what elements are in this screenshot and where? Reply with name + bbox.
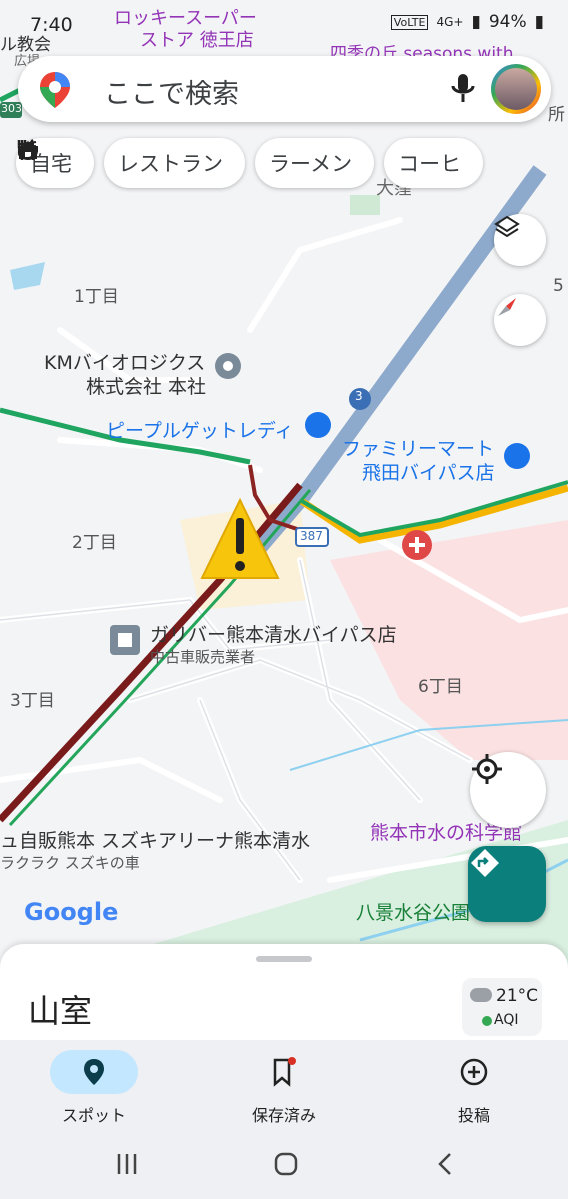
compass-icon: [498, 298, 516, 316]
label-familymart[interactable]: ファミリーマート: [342, 434, 494, 461]
label-chome-6: 6丁目: [418, 677, 463, 697]
layers-button[interactable]: [494, 214, 546, 266]
bottom-nav: スポット 保存済み 投稿: [0, 1040, 568, 1130]
directions-button[interactable]: [468, 846, 546, 922]
label-chome-2: 2丁目: [72, 533, 117, 553]
place-title: 山室: [28, 992, 93, 1030]
battery-icon: ▮: [534, 12, 544, 32]
search-bar[interactable]: ここで検索: [18, 56, 551, 122]
label-gulliver[interactable]: ガリバー熊本清水バイパス店: [150, 620, 397, 647]
cloud-icon: [470, 988, 492, 1002]
nav-explore-label: スポット: [61, 1106, 126, 1125]
recent-apps-icon[interactable]: [116, 1152, 138, 1176]
label-edge-5: 5: [553, 276, 564, 296]
system-nav-bar: [0, 1130, 568, 1199]
map-view[interactable]: 7:40 VoLTE 4G+ ▮ 94% ▮ ル教会 広場 ロッキースーパー ス…: [0, 0, 568, 1000]
volte-indicator: VoLTE: [390, 14, 429, 30]
pond-area: [10, 262, 45, 290]
bottom-sheet[interactable]: 山室 21°C AQI: [0, 944, 568, 1054]
chip-restaurant-label: レストラン: [118, 152, 223, 176]
chip-coffee-label: コーヒ: [398, 152, 462, 176]
label-gulliver-sub: 中古車販売業者: [150, 648, 256, 666]
label-km-bio[interactable]: KMバイオロジクス: [44, 348, 205, 375]
mic-icon[interactable]: [450, 72, 476, 106]
label-familymart-2[interactable]: 飛田バイパス店: [362, 458, 495, 485]
temperature: 21°C: [496, 986, 539, 1006]
label-km-bio-2[interactable]: 株式会社 本社: [86, 372, 206, 399]
label-chome-1: 1丁目: [74, 287, 119, 307]
chip-restaurant[interactable]: レストラン: [17, 138, 245, 188]
route-3-shield: 3: [355, 389, 363, 403]
drag-handle[interactable]: [256, 956, 312, 962]
location-pin-icon: [84, 1059, 104, 1085]
aqi-label: AQI: [494, 1012, 519, 1028]
layers-icon: [494, 215, 520, 238]
weather-widget[interactable]: 21°C AQI: [462, 978, 542, 1036]
signal-icon: ▮: [471, 12, 481, 32]
directions-icon: [471, 849, 499, 877]
label-suzuki-sub: ラクラク スズキの車: [0, 854, 140, 872]
label-hakkei-park[interactable]: 八景水谷公園: [356, 898, 470, 925]
category-chips: 自宅 レストラン ラーメン コーヒ: [16, 138, 484, 188]
back-icon[interactable]: [436, 1152, 454, 1176]
label-chome-3: 3丁目: [10, 691, 55, 711]
compass-button[interactable]: [494, 294, 546, 346]
label-lucky-2: ストア 徳王店: [140, 30, 254, 51]
label-edge-office: 所: [548, 105, 565, 125]
route-303-shield: 303: [1, 102, 22, 115]
nav-explore[interactable]: スポット: [14, 1050, 174, 1126]
label-peoples[interactable]: ピープルゲットレディ: [106, 416, 294, 443]
chip-ramen[interactable]: ラーメン: [17, 138, 375, 188]
avatar[interactable]: [491, 64, 541, 114]
label-suzuki[interactable]: ュ自販熊本 スズキアリーナ熊本清水: [0, 826, 310, 853]
chip-coffee[interactable]: コーヒ: [18, 138, 484, 188]
nav-contribute-label: 投稿: [457, 1106, 490, 1125]
coffee-icon: [18, 143, 38, 159]
aqi-dot: [482, 1016, 492, 1026]
search-input[interactable]: ここで検索: [104, 72, 239, 111]
nav-contribute[interactable]: 投稿: [394, 1050, 554, 1126]
my-location-button[interactable]: [470, 752, 546, 828]
nav-saved-label: 保存済み: [251, 1106, 316, 1125]
my-location-icon: [472, 754, 502, 784]
network-indicator: 4G+: [436, 15, 464, 29]
chip-ramen-label: ラーメン: [269, 152, 353, 176]
route-387-shield: 387: [300, 529, 323, 543]
battery-percent: 94%: [488, 12, 527, 32]
bookmark-icon: [273, 1057, 296, 1087]
maps-pin-icon: [40, 72, 70, 108]
add-circle-icon: [460, 1058, 488, 1086]
nav-saved[interactable]: 保存済み: [204, 1050, 364, 1126]
home-nav-icon[interactable]: [274, 1152, 298, 1176]
google-logo: Google: [24, 898, 119, 926]
